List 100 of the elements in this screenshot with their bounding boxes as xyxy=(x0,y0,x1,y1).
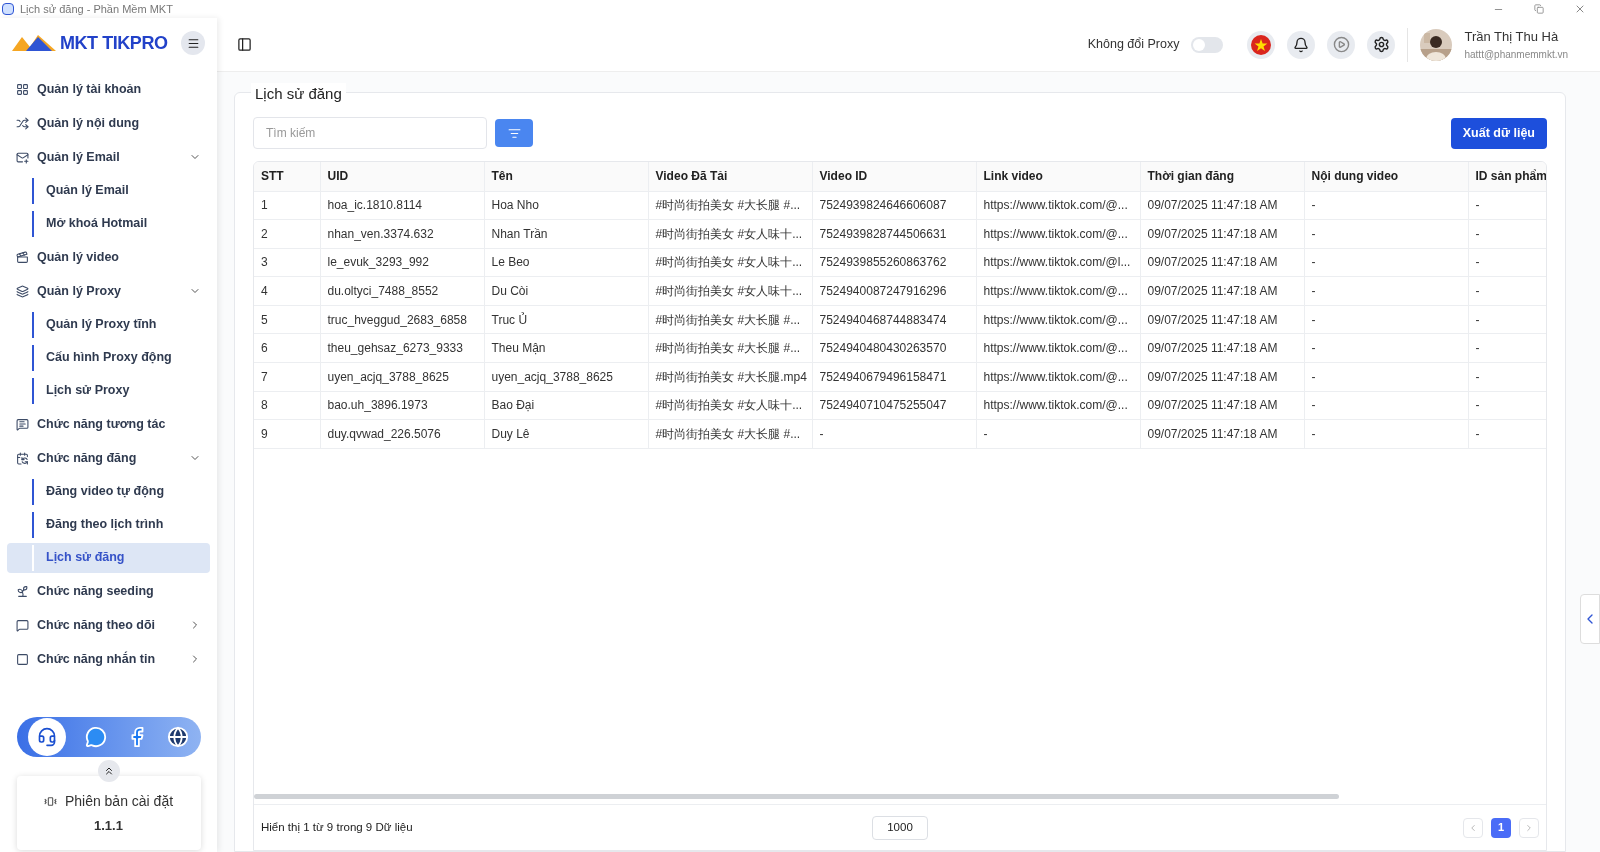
globe-icon[interactable] xyxy=(167,726,189,748)
play-icon xyxy=(1332,36,1350,53)
play-button[interactable] xyxy=(1327,30,1356,59)
search-field[interactable]: Tìm kiếm xyxy=(253,117,487,149)
video-icon xyxy=(16,250,29,264)
settings-button[interactable] xyxy=(1367,30,1396,59)
table-cell: #时尚街拍美女 #大长腿 #... xyxy=(648,333,812,363)
sidebar-subitem[interactable]: Quản lý Email xyxy=(7,175,210,206)
version-label: Phiên bản cài đặt xyxy=(64,791,174,811)
table-cell: #时尚街拍美女 #大长腿 #... xyxy=(648,419,812,449)
table-cell: 09/07/2025 11:47:18 AM xyxy=(1140,305,1304,334)
proxy-toggle[interactable] xyxy=(1191,36,1224,53)
table-cell: 1 xyxy=(254,191,320,220)
sidebar-item[interactable]: Chức năng tương tác xyxy=(0,407,217,441)
sprout-icon xyxy=(16,584,29,598)
sidebar-item[interactable]: Chức năng đăng xyxy=(0,441,217,475)
page-size-field[interactable]: 1000 xyxy=(872,815,928,840)
filter-icon xyxy=(507,126,521,140)
menu-button[interactable] xyxy=(181,31,205,55)
proxy-toggle-label: Không đổi Proxy xyxy=(1087,36,1180,54)
table-cell: - xyxy=(1468,219,1546,249)
table-cell: https://www.tiktok.com/@... xyxy=(976,219,1140,249)
table-cell: 09/07/2025 11:47:18 AM xyxy=(1140,276,1304,306)
table-cell: Duy Lê xyxy=(484,419,648,449)
chat-icon xyxy=(16,618,29,632)
table-cell: uyen_acjq_3788_8625 xyxy=(484,362,648,392)
sidebar-subitem[interactable]: Lịch sử Proxy xyxy=(7,375,210,406)
scrollbar[interactable] xyxy=(254,794,1340,799)
sidebar-subitem[interactable]: Cấu hình Proxy động xyxy=(7,342,210,373)
bell-icon xyxy=(1293,36,1310,53)
sidebar-subitem[interactable]: Mở khoá Hotmail xyxy=(7,208,210,239)
table-cell: 3 xyxy=(254,248,320,277)
table-cell: - xyxy=(1304,305,1468,334)
settings-icon xyxy=(1372,36,1390,53)
column-header: UID xyxy=(320,162,484,191)
table-cell: - xyxy=(1468,333,1546,363)
table-cell: Du Còi xyxy=(484,276,648,306)
side-panel-tab[interactable] xyxy=(1580,594,1600,644)
sidebar-subitem[interactable]: Quản lý Proxy tĩnh xyxy=(7,309,210,340)
table-cell: 7524940679496158471 xyxy=(812,362,976,392)
table-cell: - xyxy=(1304,419,1468,449)
column-header: ID sản phẩm xyxy=(1468,162,1546,191)
square-icon xyxy=(16,652,29,666)
table-cell: 7524940480430263570 xyxy=(812,333,976,363)
sidebar-subitem[interactable]: Đăng video tự động xyxy=(7,476,210,507)
table-cell: 09/07/2025 11:47:18 AM xyxy=(1140,219,1304,249)
column-header: Video Đã Tải xyxy=(648,162,812,191)
chat-bubble-icon[interactable] xyxy=(85,726,107,748)
table-cell: 09/07/2025 11:47:18 AM xyxy=(1140,391,1304,420)
sidebar-subitem[interactable]: Đăng theo lịch trình xyxy=(7,509,210,540)
sidebar-item[interactable]: Quản lý tài khoản xyxy=(0,72,217,106)
table-cell: 7524940087247916296 xyxy=(812,276,976,306)
table-cell: bao.uh_3896.1973 xyxy=(320,391,484,420)
table-cell: 09/07/2025 11:47:18 AM xyxy=(1140,191,1304,220)
sidebar-item[interactable]: Quản lý Proxy xyxy=(0,274,217,308)
table-cell: - xyxy=(1304,276,1468,306)
restore-icon[interactable] xyxy=(1534,4,1544,14)
column-header: Thời gian đăng xyxy=(1140,162,1304,191)
sidebar-item[interactable]: Quản lý Email xyxy=(0,140,217,174)
logo-icon xyxy=(12,33,56,53)
sidebar-item[interactable]: Quản lý nội dung xyxy=(0,106,217,140)
table-cell: #时尚街拍美女 #大长腿.mp4 xyxy=(648,362,812,392)
sidebar-item[interactable]: Quản lý video xyxy=(0,240,217,274)
chat-icon xyxy=(16,417,29,431)
table-cell: #时尚街拍美女 #大长腿 #... xyxy=(648,305,812,334)
table-cell: 6 xyxy=(254,333,320,363)
table-cell: - xyxy=(1304,248,1468,277)
menu-icon xyxy=(186,36,200,50)
column-header: Tên xyxy=(484,162,648,191)
language-button[interactable] xyxy=(1247,30,1276,59)
table-cell: truc_hveggud_2683_6858 xyxy=(320,305,484,334)
pagination-summary: Hiển thị 1 từ 9 trong 9 Dữ liệu xyxy=(261,819,414,835)
table-cell: https://www.tiktok.com/@... xyxy=(976,305,1140,334)
sidebar-subitem[interactable]: Lịch sử đăng xyxy=(7,542,210,573)
user-name: Trần Thị Thu Hà xyxy=(1464,28,1560,47)
sidebar-item[interactable]: Chức năng seeding xyxy=(0,574,217,608)
sidebar-item[interactable]: Chức năng theo dõi xyxy=(0,608,217,642)
table-cell: https://www.tiktok.com/@l... xyxy=(976,248,1140,277)
support-icon[interactable] xyxy=(28,718,66,756)
table-cell: Bao Đại xyxy=(484,391,648,420)
flag-icon xyxy=(1251,34,1272,55)
column-header: STT xyxy=(254,162,320,191)
table-cell: duy.qvwad_226.5076 xyxy=(320,419,484,449)
table-cell: - xyxy=(1468,391,1546,420)
close-icon[interactable] xyxy=(1574,3,1586,15)
table-cell: 09/07/2025 11:47:18 AM xyxy=(1140,333,1304,363)
table-cell: 09/07/2025 11:47:18 AM xyxy=(1140,248,1304,277)
table-cell: - xyxy=(1468,362,1546,392)
page-button[interactable]: 1 xyxy=(1491,817,1511,838)
table-cell: - xyxy=(1304,362,1468,392)
table-cell: #时尚街拍美女 #女人味十... xyxy=(648,219,812,249)
table-cell: https://www.tiktok.com/@... xyxy=(976,333,1140,363)
table-cell: 09/07/2025 11:47:18 AM xyxy=(1140,362,1304,392)
filter-button[interactable] xyxy=(495,119,533,147)
table-cell: Nhan Trần xyxy=(484,219,648,249)
collapse-button[interactable] xyxy=(97,760,120,782)
panel-icon[interactable] xyxy=(237,37,252,52)
sidebar-item[interactable]: Chức năng nhắn tin xyxy=(0,642,217,676)
notification-button[interactable] xyxy=(1287,30,1316,59)
export-button[interactable]: Xuất dữ liệu xyxy=(1450,117,1547,149)
